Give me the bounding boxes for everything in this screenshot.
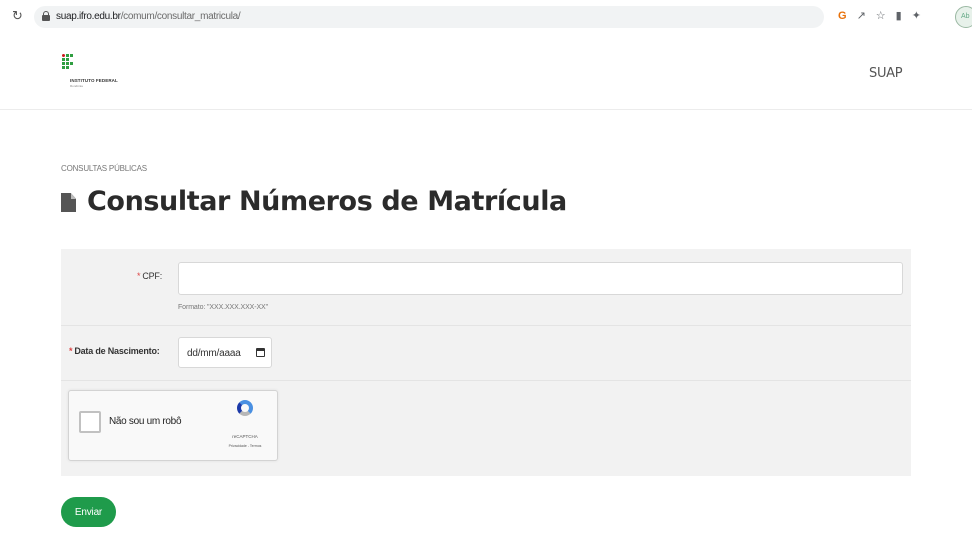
- calendar-icon[interactable]: [256, 348, 265, 357]
- birth-date-input[interactable]: dd/mm/aaaa: [178, 337, 272, 368]
- logo-title: INSTITUTO FEDERAL: [70, 78, 118, 83]
- recaptcha-links[interactable]: Privacidade - Termos: [215, 444, 275, 448]
- profile-avatar[interactable]: Ab: [955, 6, 972, 28]
- url-text[interactable]: suap.ifro.edu.br/comum/consultar_matricu…: [56, 11, 241, 22]
- divider: [61, 325, 911, 326]
- page-title: Consultar Números de Matrícula: [61, 181, 567, 221]
- recaptcha-brand: reCAPTCHA: [232, 434, 258, 439]
- cpf-label: * CPF:: [137, 271, 163, 281]
- browser-toolbar: ↻ suap.ifro.edu.br/comum/consultar_matri…: [0, 0, 972, 34]
- reload-icon[interactable]: ↻: [12, 9, 23, 24]
- logo-subtitle: Rondônia: [70, 84, 83, 88]
- captcha-label: Não sou um robô: [109, 416, 182, 427]
- star-icon[interactable]: ☆: [876, 9, 886, 22]
- page-title-text: Consultar Números de Matrícula: [87, 185, 567, 217]
- share-icon[interactable]: ↗: [857, 9, 866, 22]
- captcha-checkbox[interactable]: [79, 411, 101, 433]
- sidebar-icon[interactable]: ▮: [896, 9, 902, 22]
- cpf-input[interactable]: [178, 262, 903, 295]
- submit-button[interactable]: Enviar: [61, 497, 116, 527]
- recaptcha-icon: [237, 400, 253, 416]
- divider: [61, 380, 911, 381]
- browser-actions: G ↗ ☆ ▮ ✦: [838, 9, 921, 22]
- google-icon[interactable]: G: [838, 10, 847, 22]
- recaptcha-widget: Não sou um robô reCAPTCHA Privacidade - …: [68, 390, 278, 461]
- birth-date-label: * Data de Nascimento:: [69, 346, 160, 356]
- site-header: INSTITUTO FEDERAL Rondônia SUAP: [0, 34, 972, 110]
- document-icon: [61, 193, 76, 212]
- lock-icon[interactable]: [42, 11, 50, 21]
- cpf-help-text: Formato: "XXX.XXX.XXX-XX": [178, 304, 269, 311]
- search-form: * CPF: Formato: "XXX.XXX.XXX-XX" * Data de…: [61, 249, 911, 476]
- if-logo[interactable]: [62, 54, 142, 78]
- breadcrumb[interactable]: CONSULTAS PÚBLICAS: [61, 164, 147, 173]
- suap-link[interactable]: SUAP: [869, 66, 903, 81]
- extensions-icon[interactable]: ✦: [912, 9, 921, 22]
- birth-date-value: dd/mm/aaaa: [187, 348, 241, 359]
